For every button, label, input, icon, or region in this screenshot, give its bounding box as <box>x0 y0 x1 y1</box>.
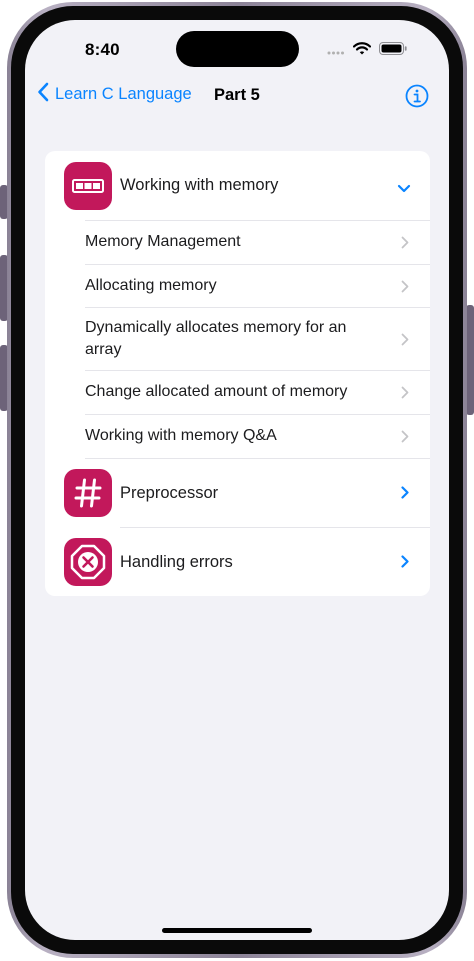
wifi-icon <box>352 42 372 60</box>
chevron-down-icon <box>397 181 411 199</box>
power-button <box>466 305 474 415</box>
chevron-left-icon <box>37 82 49 107</box>
home-indicator[interactable] <box>162 928 312 933</box>
section-label: Preprocessor <box>120 484 219 502</box>
list-item-memory-qa[interactable]: Working with memory Q&A <box>45 415 430 458</box>
chevron-right-icon <box>401 555 409 573</box>
hash-icon <box>64 469 112 517</box>
error-octagon-icon <box>64 538 112 586</box>
section-label: Working with memory <box>120 176 279 194</box>
chevron-right-icon <box>401 386 409 404</box>
status-icons <box>327 42 407 60</box>
info-button[interactable] <box>405 84 429 108</box>
navigation-bar: Learn C Language Part 5 <box>25 82 449 112</box>
list-item-dynamic-allocation[interactable]: Dynamically allocates memory for an arra… <box>45 308 430 370</box>
section-preprocessor[interactable]: Preprocessor <box>45 459 430 527</box>
chevron-right-icon <box>401 333 409 351</box>
section-handling-errors[interactable]: Handling errors <box>45 528 430 596</box>
back-button[interactable]: Learn C Language <box>37 82 192 107</box>
memory-icon <box>64 162 112 210</box>
status-time: 8:40 <box>85 40 120 59</box>
section-working-with-memory[interactable]: Working with memory <box>45 151 430 220</box>
signal-icon <box>327 42 345 60</box>
battery-icon <box>379 42 407 60</box>
lesson-list-card: Working with memory Memory Management Al… <box>45 151 430 596</box>
back-label: Learn C Language <box>55 85 192 103</box>
chevron-right-icon <box>401 236 409 254</box>
list-item-label: Dynamically allocates memory for an arra… <box>85 319 347 358</box>
list-item-label: Allocating memory <box>85 277 217 294</box>
chevron-right-icon <box>401 280 409 298</box>
info-icon <box>405 84 429 112</box>
list-item-label: Memory Management <box>85 233 241 250</box>
list-item-allocating-memory[interactable]: Allocating memory <box>45 265 430 307</box>
page-title: Part 5 <box>214 86 260 104</box>
screen: 8:40 Learn C Language Part 5 Working wit… <box>25 20 449 940</box>
section-label: Handling errors <box>120 553 233 571</box>
dynamic-island <box>176 31 299 67</box>
chevron-right-icon <box>401 486 409 504</box>
list-item-label: Change allocated amount of memory <box>85 383 348 400</box>
list-item-change-allocated[interactable]: Change allocated amount of memory <box>45 371 430 414</box>
list-item-label: Working with memory Q&A <box>85 427 277 444</box>
list-item-memory-management[interactable]: Memory Management <box>45 221 430 264</box>
device-frame: 8:40 Learn C Language Part 5 Working wit… <box>0 0 474 961</box>
chevron-right-icon <box>401 430 409 448</box>
